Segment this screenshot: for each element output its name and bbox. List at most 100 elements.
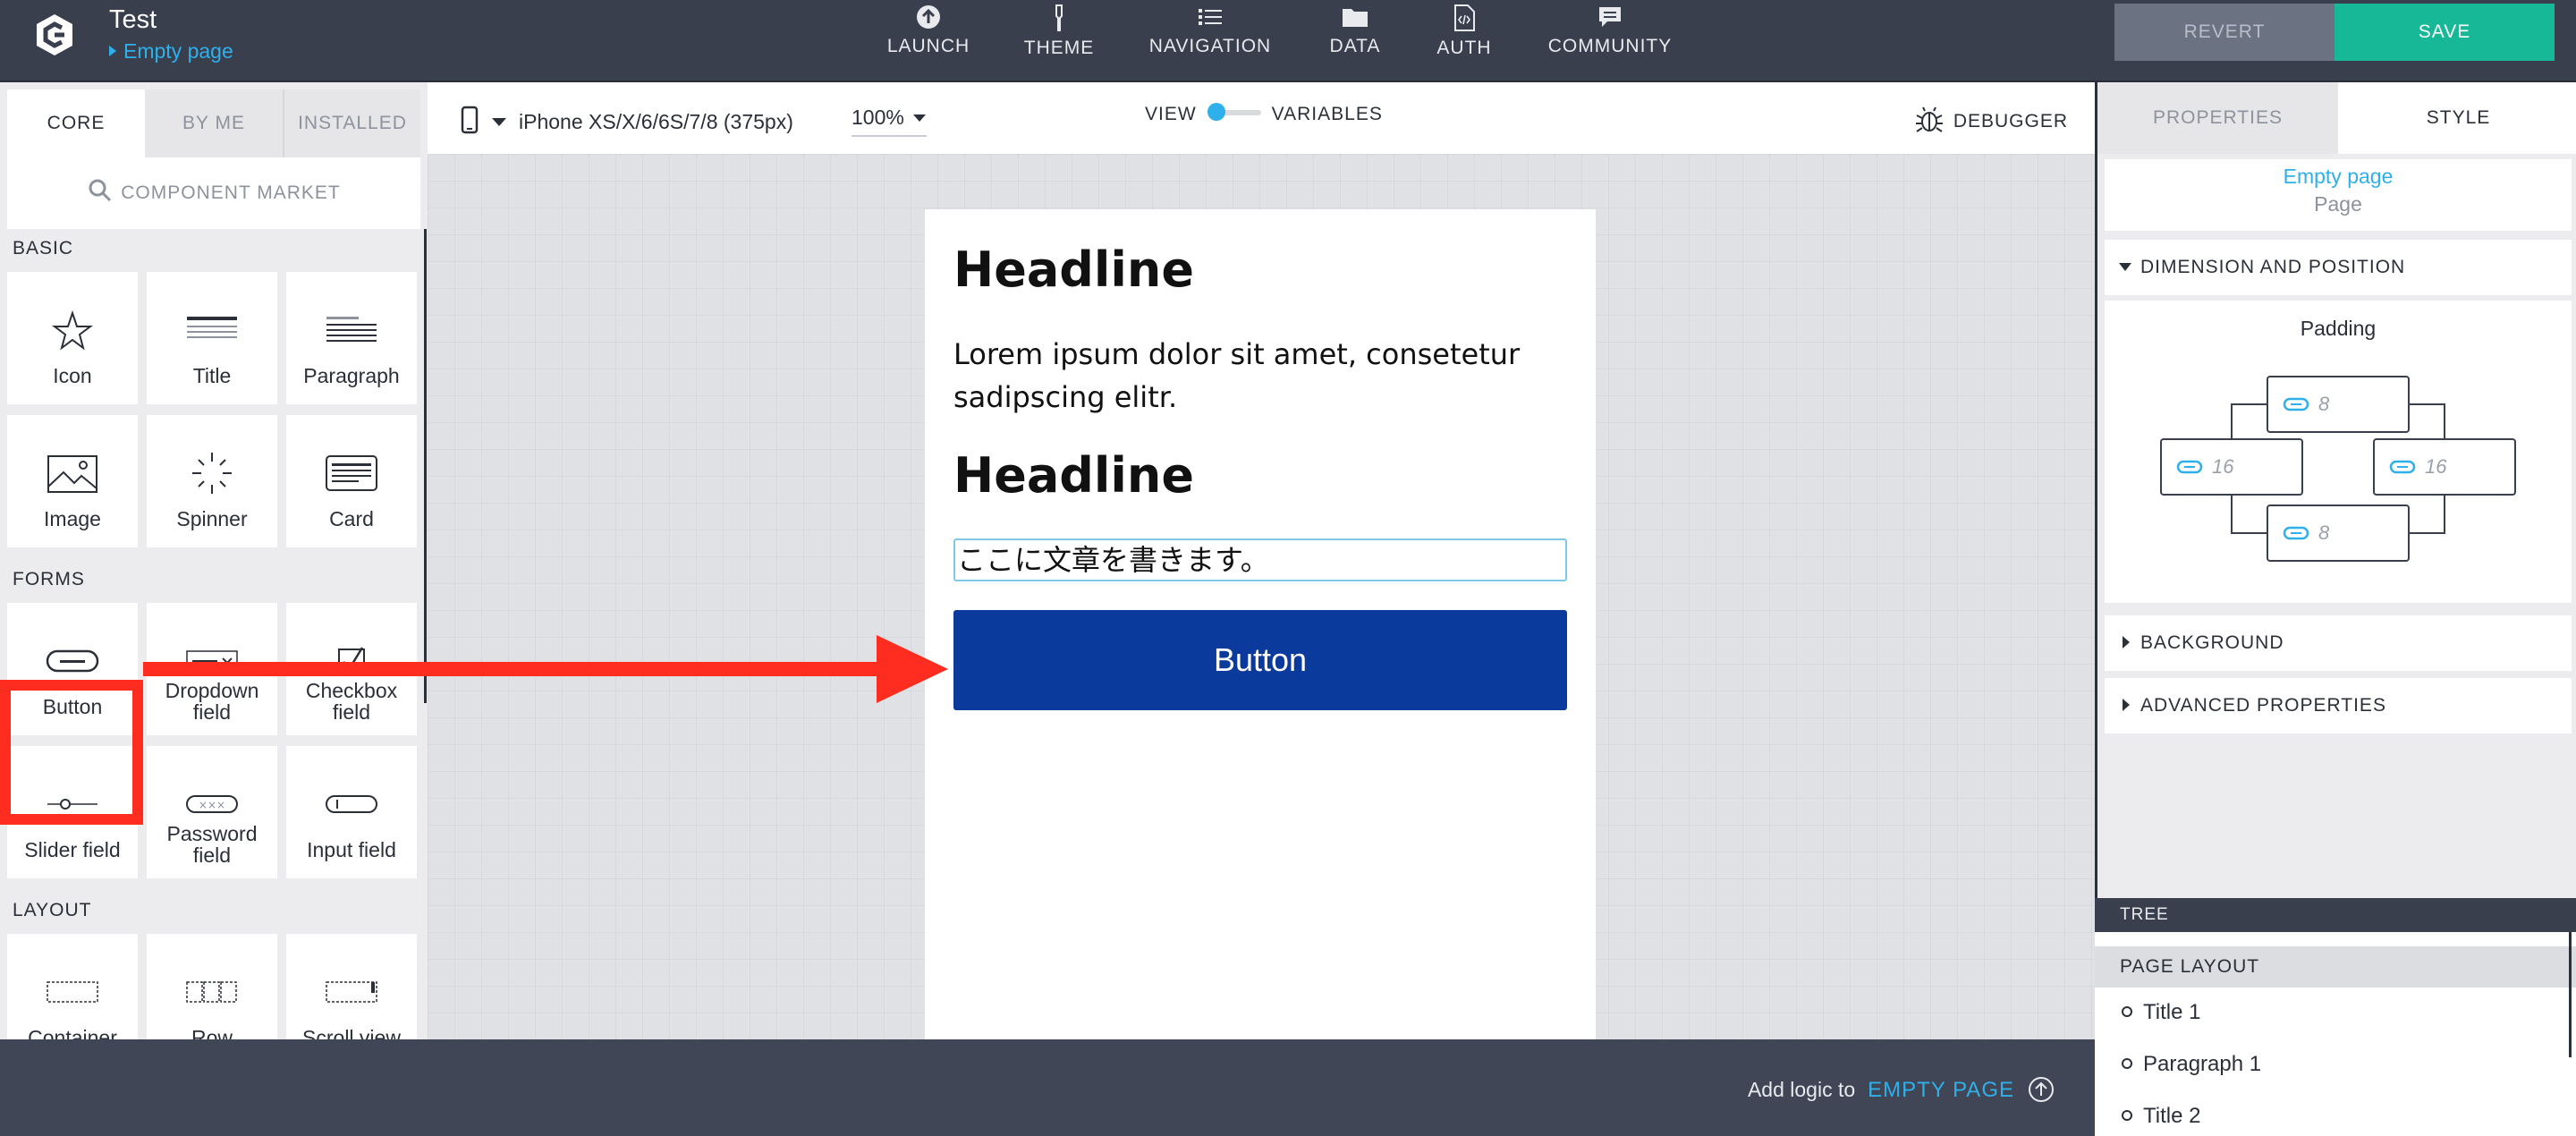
headline-1[interactable]: Headline xyxy=(953,242,1194,298)
auth-file-icon xyxy=(1454,4,1475,31)
component-row[interactable]: Row xyxy=(147,934,277,1039)
padding-right-input[interactable]: 16 xyxy=(2373,438,2516,496)
device-label: iPhone XS/X/6/6S/7/8 (375px) xyxy=(519,110,793,133)
padding-top-input[interactable]: 8 xyxy=(2267,376,2410,433)
properties-panel: PROPERTIES STYLE Empty page Page DIMENSI… xyxy=(2095,82,2576,898)
component-card[interactable]: Card xyxy=(286,415,417,547)
save-button[interactable]: SAVE xyxy=(2334,4,2555,61)
toggle-switch[interactable] xyxy=(1207,103,1261,121)
component-container[interactable]: Container xyxy=(7,934,138,1039)
debugger-button[interactable]: DEBUGGER xyxy=(1914,106,2068,134)
component-paragraph[interactable]: Paragraph xyxy=(286,272,417,404)
properties-tabs: PROPERTIES STYLE xyxy=(2097,82,2576,154)
chevron-down-icon xyxy=(492,118,506,126)
nav-data-label: DATA xyxy=(1329,36,1381,56)
component-panel-scrollbar[interactable] xyxy=(424,229,427,703)
background-section[interactable]: BACKGROUND xyxy=(2105,615,2572,671)
node-dot-icon xyxy=(2122,1006,2132,1017)
text-input-field[interactable]: ここに文章を書きます。 xyxy=(953,538,1567,581)
component-tabs: CORE BY ME INSTALLED xyxy=(7,89,420,157)
tab-properties[interactable]: PROPERTIES xyxy=(2097,82,2338,154)
nav-navigation[interactable]: NAVIGATION xyxy=(1143,0,1277,82)
padding-bottom-input[interactable]: 8 xyxy=(2267,504,2410,562)
checkbox-icon xyxy=(338,647,365,675)
button-icon xyxy=(46,649,99,673)
tree-scrollbar[interactable] xyxy=(2569,932,2572,1057)
padding-right-value: 16 xyxy=(2425,455,2447,478)
tree-item[interactable]: Title 2 xyxy=(2122,1104,2200,1129)
node-dot-icon xyxy=(2122,1058,2132,1069)
link-icon xyxy=(2283,397,2309,411)
tab-style[interactable]: STYLE xyxy=(2338,82,2576,154)
tab-by-me[interactable]: BY ME xyxy=(145,89,283,157)
padding-left-input[interactable]: 16 xyxy=(2160,438,2303,496)
card-icon xyxy=(326,455,377,491)
variables-label: VARIABLES xyxy=(1271,104,1383,124)
star-icon xyxy=(52,309,93,351)
selected-page-name[interactable]: Empty page xyxy=(2105,165,2572,189)
component-input-field[interactable]: Input field xyxy=(286,746,417,878)
preview-button[interactable]: Button xyxy=(953,610,1567,710)
paragraph-1[interactable]: Lorem ipsum dolor sit amet, consetetur s… xyxy=(953,333,1571,419)
tree-item-label: Title 1 xyxy=(2143,1000,2201,1024)
app-logo-icon[interactable] xyxy=(32,13,77,57)
component-input-label: Input field xyxy=(307,838,396,861)
component-market-search[interactable]: COMPONENT MARKET xyxy=(7,157,420,229)
component-image-label: Image xyxy=(44,507,101,530)
nav-launch[interactable]: LAUNCH xyxy=(880,0,977,82)
input-field-icon xyxy=(326,795,377,813)
padding-bottom-value: 8 xyxy=(2318,521,2330,544)
tree-item[interactable]: Paragraph 1 xyxy=(2122,1052,2261,1077)
tree-item[interactable]: Title 1 xyxy=(2122,1000,2200,1025)
component-password-field[interactable]: ××× Password field xyxy=(147,746,277,878)
component-spinner[interactable]: Spinner xyxy=(147,415,277,547)
nav-theme[interactable]: THEME xyxy=(1013,0,1106,82)
page-selector[interactable]: Empty page xyxy=(109,39,233,64)
theme-icon xyxy=(1055,4,1063,31)
advanced-properties-section[interactable]: ADVANCED PROPERTIES xyxy=(2105,678,2572,733)
scroll-view-icon xyxy=(326,981,377,1003)
logic-bar: Add logic to EMPTY PAGE xyxy=(0,1039,2095,1136)
caret-right-icon xyxy=(2123,636,2130,649)
link-icon xyxy=(2283,526,2309,540)
nav-data[interactable]: DATA xyxy=(1324,0,1386,82)
logic-link[interactable]: EMPTY PAGE xyxy=(1868,1078,2014,1102)
component-scroll-view[interactable]: Scroll view xyxy=(286,934,417,1039)
title-icon xyxy=(187,317,237,338)
zoom-select[interactable]: 100% xyxy=(852,106,927,137)
component-title[interactable]: Title xyxy=(147,272,277,404)
dropdown-icon xyxy=(186,650,238,672)
component-paragraph-label: Paragraph xyxy=(303,364,400,387)
headline-2[interactable]: Headline xyxy=(953,447,1194,504)
tab-core[interactable]: CORE xyxy=(7,89,145,157)
tree-header[interactable]: TREE xyxy=(2095,898,2576,932)
view-variables-toggle[interactable]: VIEW VARIABLES xyxy=(1145,103,1383,125)
phone-preview[interactable]: Headline Lorem ipsum dolor sit amet, con… xyxy=(925,209,1596,1039)
toggle-knob xyxy=(1207,103,1225,121)
dimension-position-section[interactable]: DIMENSION AND POSITION xyxy=(2105,240,2572,295)
revert-button[interactable]: REVERT xyxy=(2114,4,2334,61)
arrow-up-circle-icon[interactable] xyxy=(2027,1075,2055,1104)
view-label: VIEW xyxy=(1145,104,1197,124)
nav-launch-label: LAUNCH xyxy=(886,36,970,56)
dimension-label: DIMENSION AND POSITION xyxy=(2140,257,2406,277)
arrow-head-icon xyxy=(877,635,948,703)
component-icon-label: Icon xyxy=(53,364,92,387)
add-logic[interactable]: Add logic to EMPTY PAGE xyxy=(1748,1075,2055,1104)
component-icon[interactable]: Icon xyxy=(7,272,138,404)
component-scroll-view-label: Scroll view xyxy=(302,1026,401,1039)
section-basic: BASIC xyxy=(13,238,74,259)
zoom-value: 100% xyxy=(852,106,904,129)
component-title-label: Title xyxy=(192,364,232,387)
top-bar: Test Empty page LAUNCH THEME NAVIGATION xyxy=(0,0,2576,82)
nav-community[interactable]: COMMUNITY xyxy=(1547,0,1673,82)
paragraph-icon xyxy=(326,317,377,342)
nav-auth[interactable]: AUTH xyxy=(1435,0,1494,82)
component-image[interactable]: Image xyxy=(7,415,138,547)
page-selector-label: Empty page xyxy=(123,39,233,63)
tab-installed[interactable]: INSTALLED xyxy=(283,89,420,157)
device-selector[interactable]: iPhone XS/X/6/6S/7/8 (375px) xyxy=(460,106,793,134)
bug-icon xyxy=(1915,106,1943,132)
tree-page-layout[interactable]: PAGE LAYOUT xyxy=(2095,946,2576,988)
component-slider-label: Slider field xyxy=(24,838,121,861)
